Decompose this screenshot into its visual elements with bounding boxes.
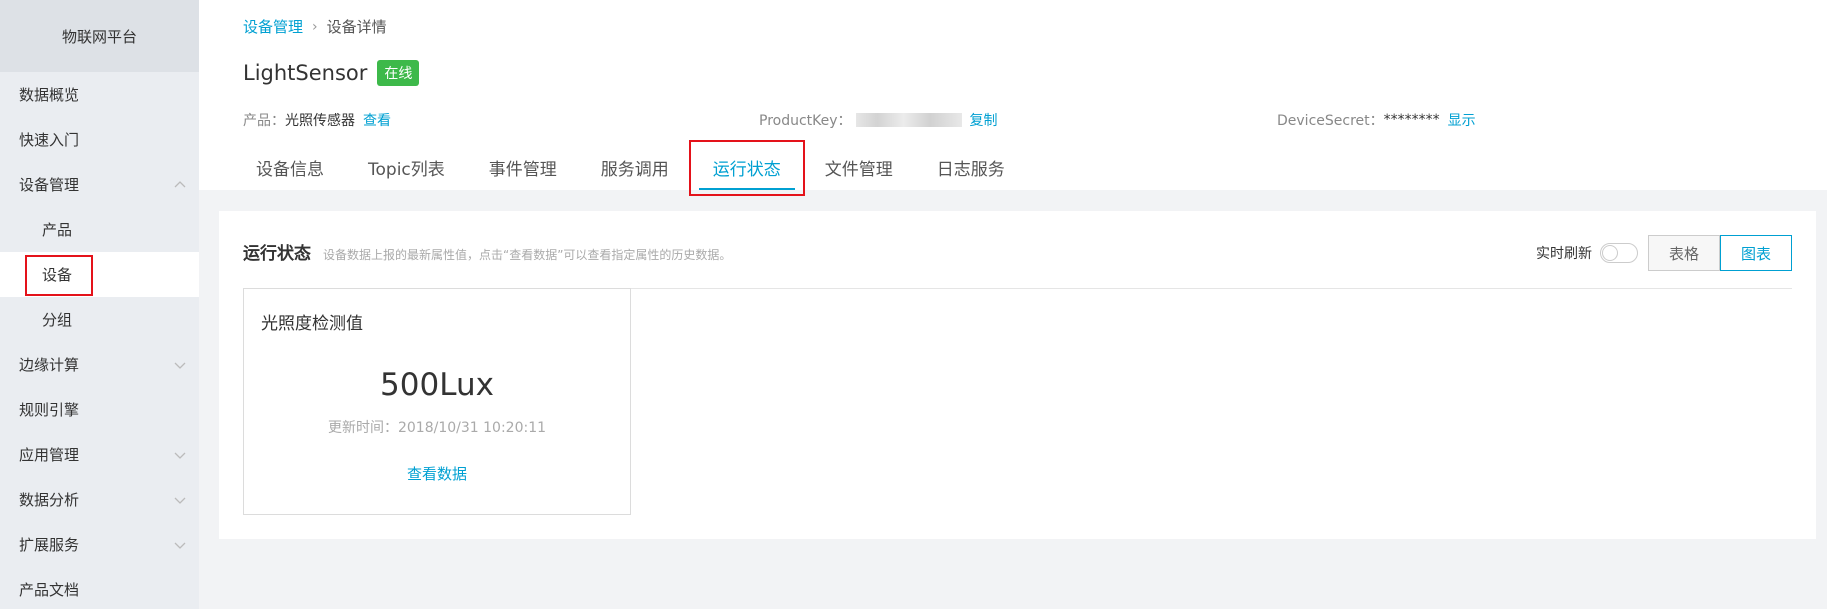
product-value: 光照传感器 <box>285 113 355 129</box>
info-devicesecret: DeviceSecret： ******** 显示 <box>1277 110 1476 130</box>
product-label: 产品： <box>243 113 285 129</box>
app-root: 物联网平台 数据概览 快速入门 设备管理 产品 设备 分组 边缘计算 规则引擎 … <box>0 0 1827 609</box>
sidebar-item-edge-computing[interactable]: 边缘计算 <box>0 342 199 387</box>
sidebar-item-label: 规则引擎 <box>19 401 80 419</box>
section-description: 设备数据上报的最新属性值，点击“查看数据”可以查看指定属性的历史数据。 <box>323 248 732 262</box>
breadcrumb-link-device-management[interactable]: 设备管理 <box>243 16 303 37</box>
info-productkey: ProductKey： 复制 <box>759 110 998 130</box>
tab-event-management[interactable]: 事件管理 <box>467 145 579 190</box>
tab-device-info[interactable]: 设备信息 <box>234 145 346 190</box>
devicesecret-label: DeviceSecret： <box>1277 113 1384 129</box>
sidebar-item-label: 扩展服务 <box>19 536 80 554</box>
view-data-link[interactable]: 查看数据 <box>244 463 630 484</box>
breadcrumb-separator: › <box>312 18 318 35</box>
realtime-refresh-toggle[interactable] <box>1599 243 1638 263</box>
property-name: 光照度检测值 <box>261 314 363 334</box>
sidebar-item-label: 数据分析 <box>19 491 80 509</box>
property-updated-time: 更新时间：2018/10/31 10:20:11 <box>327 420 547 436</box>
tab-label: 日志服务 <box>936 160 1005 180</box>
runtime-section-header: 运行状态 设备数据上报的最新属性值，点击“查看数据”可以查看指定属性的历史数据。 <box>243 239 731 264</box>
chevron-up-icon <box>174 180 186 187</box>
tab-topic-list[interactable]: Topic列表 <box>346 145 467 190</box>
sidebar-item-label: 数据概览 <box>19 86 80 104</box>
device-name: LightSensor <box>243 61 368 85</box>
copy-productkey-link[interactable]: 复制 <box>970 110 998 130</box>
tab-file-management[interactable]: 文件管理 <box>803 145 915 190</box>
show-secret-link[interactable]: 显示 <box>1448 110 1476 130</box>
realtime-refresh-label: 实时刷新 <box>1535 246 1592 262</box>
chevron-down-icon <box>174 497 186 504</box>
devicesecret-value: ******** <box>1383 112 1440 128</box>
tab-service-invoke[interactable]: 服务调用 <box>579 145 691 190</box>
view-table-button[interactable]: 表格 <box>1647 235 1720 271</box>
highlight-frame-devices <box>25 255 93 296</box>
toggle-knob <box>1601 245 1618 261</box>
sidebar-item-groups[interactable]: 分组 <box>0 297 199 342</box>
property-card: 光照度检测值 500Lux 更新时间：2018/10/31 10:20:11 查… <box>243 288 631 515</box>
sidebar-item-products[interactable]: 产品 <box>0 207 199 252</box>
sidebar-item-data-analysis[interactable]: 数据分析 <box>0 477 199 522</box>
breadcrumb: 设备管理 › 设备详情 <box>243 16 387 37</box>
sidebar-title: 物联网平台 <box>0 0 199 72</box>
section-title: 运行状态 <box>243 244 311 264</box>
sidebar-item-app-management[interactable]: 应用管理 <box>0 432 199 477</box>
sidebar-item-label: 快速入门 <box>19 131 80 149</box>
sidebar-item-label: 产品 <box>42 221 73 239</box>
sidebar-item-label: 应用管理 <box>19 446 80 464</box>
info-product: 产品： 光照传感器 查看 <box>243 110 391 130</box>
chevron-down-icon <box>174 362 186 369</box>
device-header: 设备管理 › 设备详情 LightSensor 在线 产品： 光照传感器 查看 … <box>199 0 1827 190</box>
highlight-frame-runtime-tab <box>688 140 805 196</box>
chevron-down-icon <box>174 452 186 459</box>
device-title: LightSensor 在线 <box>243 60 420 86</box>
tab-log-service[interactable]: 日志服务 <box>915 145 1027 190</box>
tab-label: Topic列表 <box>368 160 445 180</box>
sidebar-item-extensions[interactable]: 扩展服务 <box>0 522 199 567</box>
property-value: 500Lux <box>380 367 494 403</box>
sidebar-item-docs[interactable]: 产品文档 <box>0 567 199 609</box>
breadcrumb-current: 设备详情 <box>326 18 387 36</box>
productkey-masked-value <box>855 113 962 127</box>
sidebar-item-overview[interactable]: 数据概览 <box>0 72 199 117</box>
productkey-label: ProductKey： <box>759 113 852 129</box>
view-data-label: 查看数据 <box>406 465 467 483</box>
detail-tabs: 设备信息 Topic列表 事件管理 服务调用 运行状态 文件管理 日志服务 <box>234 145 1027 190</box>
tab-label: 文件管理 <box>824 160 893 180</box>
sidebar-item-device-management[interactable]: 设备管理 <box>0 162 199 207</box>
sidebar-item-label: 分组 <box>42 311 73 329</box>
sidebar-item-quickstart[interactable]: 快速入门 <box>0 117 199 162</box>
runtime-panel: 运行状态 设备数据上报的最新属性值，点击“查看数据”可以查看指定属性的历史数据。… <box>219 211 1816 539</box>
view-product-link[interactable]: 查看 <box>363 110 391 130</box>
view-controls: 实时刷新 表格 图表 <box>1536 235 1792 271</box>
sidebar: 物联网平台 数据概览 快速入门 设备管理 产品 设备 分组 边缘计算 规则引擎 … <box>0 0 199 609</box>
tab-label: 服务调用 <box>600 160 669 180</box>
sidebar-item-rules-engine[interactable]: 规则引擎 <box>0 387 199 432</box>
tab-label: 事件管理 <box>488 160 557 180</box>
view-chart-button[interactable]: 图表 <box>1719 235 1792 271</box>
tab-label: 设备信息 <box>256 160 324 180</box>
chevron-down-icon <box>174 542 186 549</box>
status-badge: 在线 <box>377 60 420 86</box>
sidebar-item-label: 产品文档 <box>19 581 80 599</box>
sidebar-item-label: 设备管理 <box>19 176 80 194</box>
sidebar-item-label: 边缘计算 <box>19 356 80 374</box>
